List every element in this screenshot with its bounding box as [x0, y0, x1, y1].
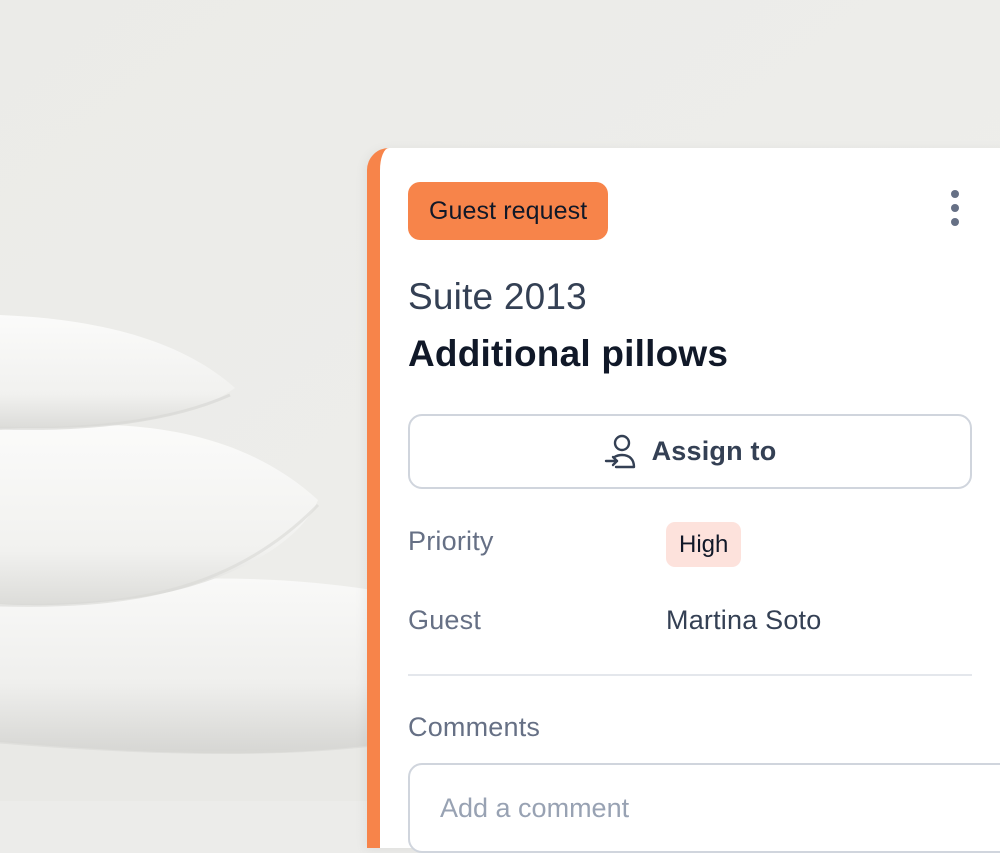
guest-label: Guest: [408, 605, 482, 635]
comments-label: Comments: [408, 712, 541, 742]
guest-name: Martina Soto: [666, 605, 822, 635]
task-card: Guest request Suite 2013 Additional pill…: [367, 148, 1000, 853]
kebab-dot: [951, 190, 959, 198]
user-assign-icon: [604, 434, 635, 468]
priority-badge: High: [666, 522, 742, 567]
comment-input[interactable]: [408, 763, 1000, 853]
task-title: Additional pillows: [408, 333, 729, 374]
room-number: Suite 2013: [408, 276, 587, 317]
priority-label: Priority: [408, 526, 494, 556]
assign-to-button[interactable]: Assign to: [408, 414, 972, 489]
assign-to-label: Assign to: [651, 436, 777, 466]
kebab-dot: [951, 218, 959, 226]
divider: [408, 674, 972, 676]
kebab-dot: [951, 204, 959, 212]
request-type-badge: Guest request: [408, 182, 609, 240]
more-vertical-icon[interactable]: [940, 186, 970, 230]
